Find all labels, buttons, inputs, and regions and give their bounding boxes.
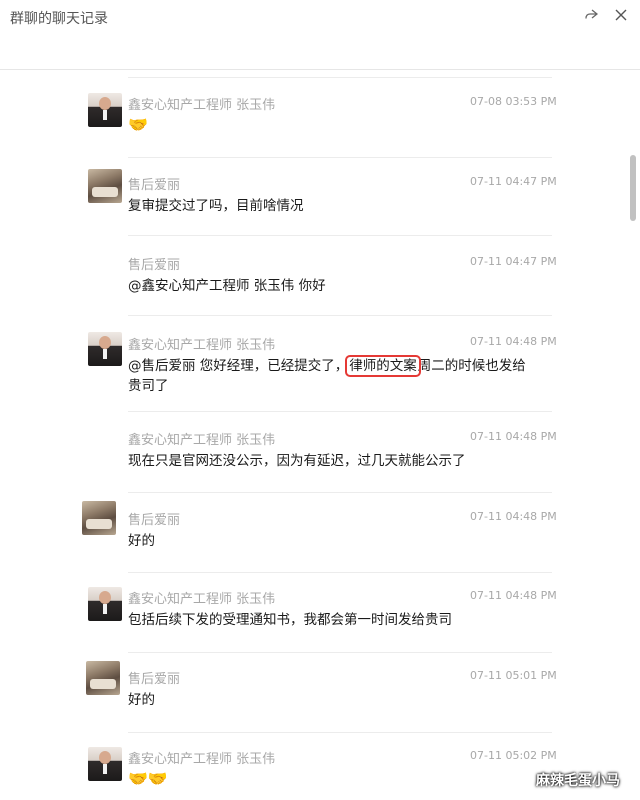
message-text: @售后爱丽 您好经理，已经提交了，律师的文案周二的时候也发给贵司了 (128, 355, 538, 396)
message-sender: 鑫安心知产工程师 张玉伟 (128, 433, 276, 448)
message-time: 07-11 04:48 PM (470, 335, 557, 348)
divider (128, 572, 552, 573)
message-text-part: @售后爱丽 您好经理，已经提交了， (128, 358, 349, 374)
message-time: 07-11 04:47 PM (470, 255, 557, 268)
message-text: @鑫安心知产工程师 张玉伟 你好 (128, 278, 326, 294)
message-time: 07-11 05:02 PM (470, 749, 557, 762)
scrollbar[interactable] (624, 71, 640, 800)
avatar[interactable] (88, 169, 122, 203)
message-time: 07-11 05:01 PM (470, 669, 557, 682)
message-text: 复审提交过了吗，目前啥情况 (128, 198, 304, 214)
message-text: 🤝 (128, 115, 148, 134)
divider (128, 315, 552, 316)
message-time: 07-11 04:48 PM (470, 510, 557, 523)
avatar[interactable] (88, 587, 122, 621)
window-titlebar: 群聊的聊天记录 (0, 0, 640, 70)
message-time: 07-11 04:48 PM (470, 430, 557, 443)
share-icon (585, 9, 598, 19)
avatar[interactable] (86, 661, 120, 695)
highlighted-text: 律师的文案 (345, 355, 421, 377)
message-sender: 鑫安心知产工程师 张玉伟 (128, 752, 276, 767)
message-sender: 售后爱丽 (128, 258, 181, 273)
avatar[interactable] (88, 93, 122, 127)
chat-history-list[interactable]: 鑫安心知产工程师 张玉伟 07-08 03:53 PM 🤝 售后爱丽 07-11… (0, 71, 624, 800)
close-icon (615, 9, 627, 21)
avatar[interactable] (82, 501, 116, 535)
message-sender: 售后爱丽 (128, 513, 181, 528)
avatar[interactable] (88, 747, 122, 781)
divider (128, 77, 552, 78)
scrollbar-thumb[interactable] (630, 155, 636, 221)
message-sender: 售后爱丽 (128, 672, 181, 687)
divider (128, 235, 552, 236)
message-time: 07-11 04:47 PM (470, 175, 557, 188)
message-text: 包括后续下发的受理通知书，我都会第一时间发给贵司 (128, 612, 452, 628)
message-sender: 鑫安心知产工程师 张玉伟 (128, 338, 276, 353)
divider (128, 157, 552, 158)
message-text: 🤝🤝 (128, 769, 168, 788)
message-sender: 售后爱丽 (128, 178, 181, 193)
divider (128, 732, 552, 733)
close-button[interactable] (610, 4, 632, 26)
message-time: 07-11 04:48 PM (470, 589, 557, 602)
divider (128, 492, 552, 493)
message-sender: 鑫安心知产工程师 张玉伟 (128, 592, 276, 607)
message-text: 好的 (128, 533, 155, 549)
window-title: 群聊的聊天记录 (10, 11, 108, 27)
message-text: 好的 (128, 692, 155, 708)
divider (128, 411, 552, 412)
message-sender: 鑫安心知产工程师 张玉伟 (128, 98, 276, 113)
avatar[interactable] (88, 332, 122, 366)
watermark: 麻辣毛蛋小马 (536, 773, 620, 789)
share-button[interactable] (580, 4, 602, 26)
divider (128, 652, 552, 653)
message-time: 07-08 03:53 PM (470, 95, 557, 108)
message-text: 现在只是官网还没公示，因为有延迟，过几天就能公示了 (128, 453, 466, 469)
